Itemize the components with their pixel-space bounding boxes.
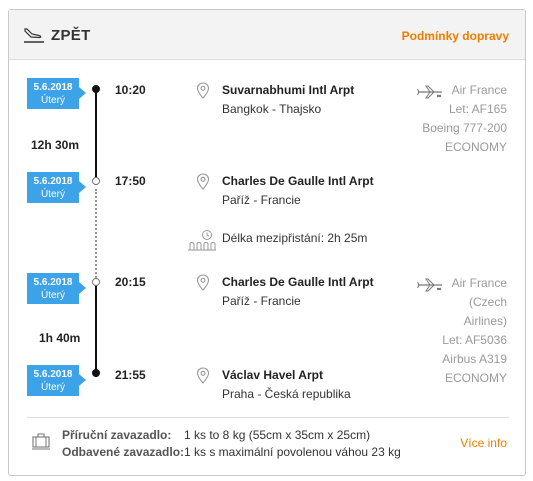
weekday: Úterý (41, 95, 65, 106)
cabin-class: ECONOMY (444, 371, 507, 385)
city-name: Bangkok - Thajsko (222, 102, 322, 116)
date: 5.6.2018 (33, 369, 73, 380)
airline-name: Air France (451, 276, 507, 290)
landing-plane-icon (24, 28, 44, 43)
flight-line-1 (95, 89, 97, 185)
airline-name: Air France (451, 83, 507, 97)
cabin-class: ECONOMY (444, 140, 507, 154)
weekday: Úterý (41, 189, 65, 200)
city-name: Praha - Česká republika (222, 387, 351, 401)
location-pin-icon (196, 367, 210, 384)
checked-baggage-value: 1 ks s maximální povolenou váhou 23 kg (184, 445, 401, 459)
airport-name: Charles De Gaulle Intl Arpt (222, 275, 374, 289)
airline-name: (Czech (468, 295, 507, 309)
layover-waiting-icon (188, 230, 216, 251)
flight-line-2 (95, 285, 97, 377)
timeline-node (92, 278, 100, 286)
layover-duration: Délka mezipřistání: 2h 25m (222, 231, 368, 245)
section-title: ZPĚT (51, 27, 91, 44)
flight-number: Let: AF5036 (442, 333, 507, 347)
flight-duration: 12h 30m (31, 138, 80, 152)
date: 5.6.2018 (33, 277, 73, 288)
city-name: Paříž - Francie (222, 294, 301, 308)
airport-name: Suvarnabhumi Intl Arpt (222, 83, 355, 97)
transport-conditions-link[interactable]: Podmínky dopravy (402, 29, 509, 43)
divider (27, 417, 509, 418)
aircraft-type: Boeing 777-200 (422, 121, 507, 135)
city-name: Paříž - Francie (222, 193, 301, 207)
timeline-node (92, 369, 100, 377)
flight-detail-card: ZPĚT Podmínky dopravy 5.6.2018 Úterý 10:… (8, 9, 526, 476)
flight-number: Let: AF165 (448, 102, 507, 116)
location-pin-icon (196, 82, 210, 99)
weekday: Úterý (41, 290, 65, 301)
airport-name: Václav Havel Arpt (222, 368, 323, 382)
aircraft-type: Airbus A319 (442, 352, 507, 366)
date-badge: 5.6.2018 Úterý (27, 172, 86, 203)
baggage-icon (32, 433, 50, 450)
arrival-time: 17:50 (115, 174, 146, 188)
date-badge: 5.6.2018 Úterý (27, 78, 86, 109)
departure-time: 10:20 (115, 83, 146, 97)
weekday: Úterý (41, 382, 65, 393)
date: 5.6.2018 (33, 176, 73, 187)
card-header: ZPĚT Podmínky dopravy (9, 10, 525, 60)
flight-duration: 1h 40m (39, 331, 81, 345)
date-badge: 5.6.2018 Úterý (27, 273, 86, 304)
layover-line (95, 189, 97, 278)
date: 5.6.2018 (33, 82, 73, 93)
arrival-time: 21:55 (115, 368, 146, 382)
airline-name: Airlines) (463, 314, 507, 328)
airline-plane-icon (417, 85, 442, 99)
airline-plane-icon (417, 278, 442, 292)
airport-name: Charles De Gaulle Intl Arpt (222, 174, 374, 188)
location-pin-icon (196, 173, 210, 190)
timeline-node (92, 85, 100, 93)
timeline-node (92, 177, 100, 185)
date-badge: 5.6.2018 Úterý (27, 365, 86, 396)
more-info-link[interactable]: Více info (460, 436, 507, 450)
carry-on-value: 1 ks to 8 kg (55cm x 35cm x 25cm) (184, 428, 371, 442)
departure-time: 20:15 (115, 275, 146, 289)
carry-on-label: Příruční zavazadlo: (62, 428, 172, 442)
checked-baggage-label: Odbavené zavazadlo: (62, 445, 185, 459)
location-pin-icon (196, 274, 210, 291)
